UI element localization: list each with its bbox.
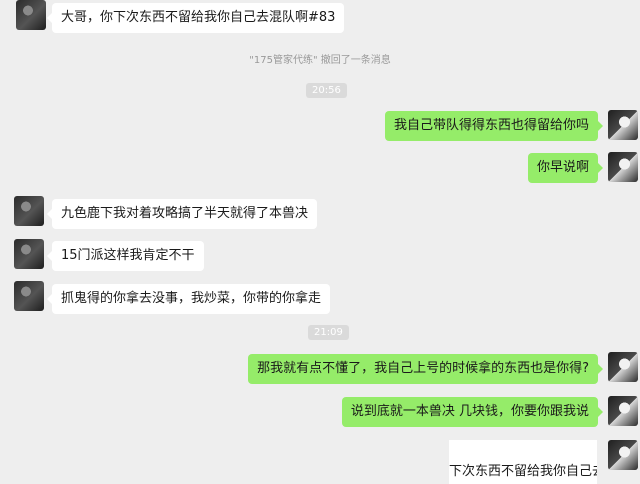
contact-avatar[interactable] xyxy=(14,281,44,311)
message-bubble-incoming[interactable]: 大哥，你下次东西不留给我你自己去混队啊#83 xyxy=(46,3,345,33)
message-bubble-incoming[interactable]: 15门派这样我肯定不干 xyxy=(47,241,204,271)
contact-avatar[interactable] xyxy=(14,196,44,226)
contact-avatar[interactable] xyxy=(16,0,46,30)
recall-notice: "175管家代练" 撤回了一条消息 xyxy=(249,55,391,66)
message-bubble-incoming[interactable]: 九色鹿下我对着攻略搞了半天就得了本兽决 xyxy=(46,199,318,229)
user-avatar[interactable] xyxy=(608,440,638,470)
message-bubble-outgoing[interactable]: 那我就有点不懂了，我自己上号的时候拿的东西也是你得? xyxy=(248,354,603,384)
quoted-preview-card[interactable]: 下次东西不留给我你自己去 xyxy=(449,440,597,484)
preview-card-text: 下次东西不留给我你自己去 xyxy=(449,464,597,479)
user-avatar[interactable] xyxy=(608,396,638,426)
user-avatar[interactable] xyxy=(608,110,638,140)
message-bubble-outgoing[interactable]: 说到底就一本兽决 几块钱，你要你跟我说 xyxy=(341,397,604,427)
message-bubble-incoming[interactable]: 抓鬼得的你拿去没事，我炒菜，你带的你拿走 xyxy=(46,284,331,314)
message-bubble-outgoing[interactable]: 你早说啊 xyxy=(527,153,604,183)
timestamp: 20:56 xyxy=(306,83,347,98)
message-bubble-outgoing[interactable]: 我自己带队得得东西也得留给你吗 xyxy=(384,111,604,141)
contact-avatar[interactable] xyxy=(14,239,44,269)
timestamp: 21:09 xyxy=(308,325,349,340)
user-avatar[interactable] xyxy=(608,152,638,182)
user-avatar[interactable] xyxy=(608,352,638,382)
